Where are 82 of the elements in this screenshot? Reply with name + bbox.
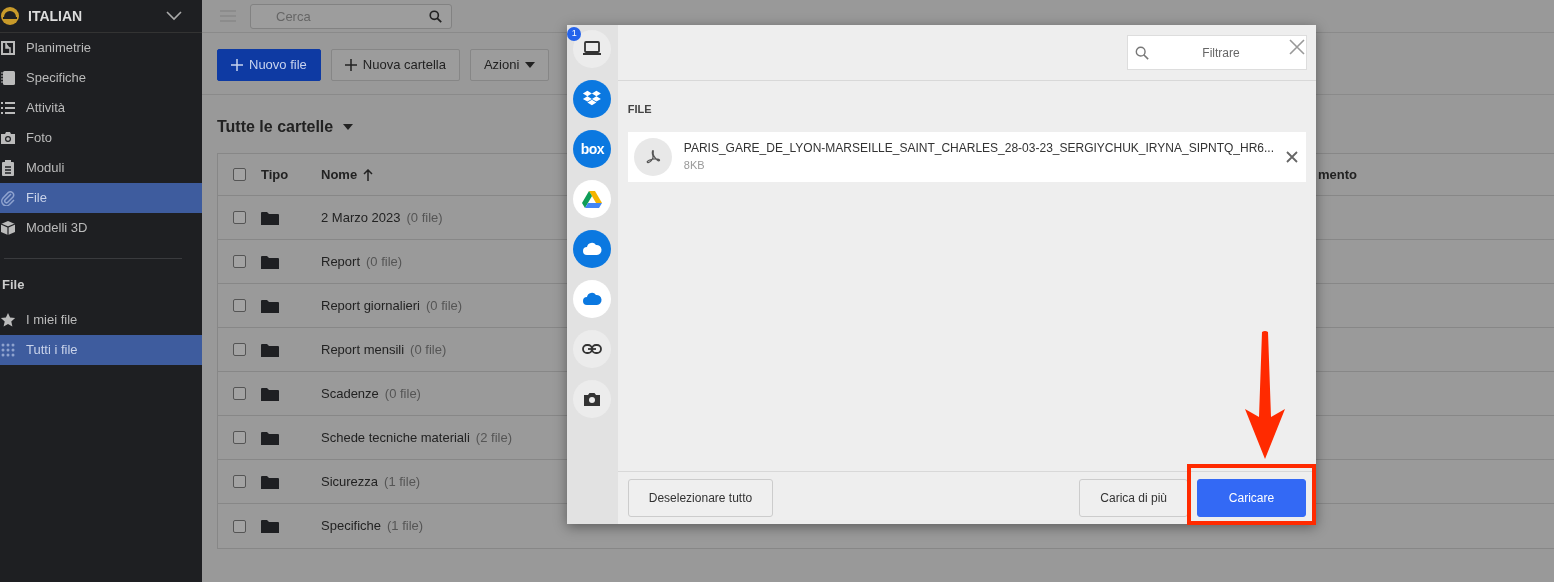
- caret-down-icon: [343, 124, 354, 130]
- folder-name[interactable]: Report giornalieri: [321, 295, 420, 316]
- toolbar-button[interactable]: Nuovo file: [217, 49, 321, 81]
- folder-name[interactable]: Sicurezza: [321, 471, 379, 492]
- grid-icon: [0, 341, 16, 358]
- folder-icon: [261, 430, 279, 446]
- folder-name[interactable]: Report: [321, 251, 361, 272]
- row-checkbox[interactable]: [233, 519, 246, 533]
- sidebar-item[interactable]: Foto: [0, 123, 202, 153]
- file-count: (0 file): [426, 296, 463, 315]
- list-icon: [0, 100, 16, 116]
- chevron-down-icon: [166, 11, 182, 21]
- row-checkbox[interactable]: [233, 211, 246, 224]
- floor-plan-icon: [0, 40, 16, 56]
- row-checkbox[interactable]: [233, 475, 246, 488]
- actions-dropdown[interactable]: Azioni: [469, 49, 550, 81]
- folder-name[interactable]: Report mensili: [321, 339, 405, 360]
- sidebar-item[interactable]: File: [0, 183, 202, 213]
- select-all-checkbox[interactable]: [233, 168, 246, 181]
- sidebar-item[interactable]: Tutti i file: [0, 334, 202, 365]
- file-count: (1 file): [384, 472, 421, 491]
- filter-field[interactable]: Filtrare: [1127, 35, 1307, 70]
- file-count: (0 file): [406, 208, 443, 227]
- file-count: (0 file): [366, 252, 403, 271]
- row-checkbox[interactable]: [233, 255, 246, 268]
- upload-button[interactable]: Caricare: [1197, 479, 1306, 517]
- folder-icon: [261, 342, 279, 358]
- sidebar-item[interactable]: Specifiche: [0, 63, 202, 93]
- sidebar-item[interactable]: Attività: [0, 93, 202, 123]
- folder-icon: [261, 210, 279, 226]
- column-header: Tipo: [261, 165, 290, 184]
- folder-icon: [261, 519, 279, 535]
- toolbar-button[interactable]: Nuova cartella: [330, 49, 460, 81]
- dialog-button[interactable]: Deselezionare tutto: [627, 479, 774, 517]
- notebook-icon: [0, 70, 16, 86]
- star-icon: [0, 311, 16, 328]
- plus-icon: [231, 59, 243, 71]
- source-button[interactable]: [573, 380, 612, 418]
- caret-down-icon: [525, 62, 536, 68]
- triangle-icon: [582, 189, 603, 209]
- sidebar-item[interactable]: Moduli: [0, 153, 202, 183]
- file-count: (2 file): [475, 428, 512, 447]
- folder-icon: [261, 298, 279, 314]
- folder-name[interactable]: 2 Marzo 2023: [321, 207, 401, 228]
- row-checkbox[interactable]: [233, 299, 246, 312]
- row-checkbox[interactable]: [233, 343, 246, 356]
- source-button[interactable]: [573, 330, 612, 368]
- row-checkbox[interactable]: [233, 431, 246, 444]
- sidebar-item[interactable]: Modelli 3D: [0, 213, 202, 243]
- folder-icon: [261, 386, 279, 402]
- plus-icon: [344, 59, 357, 71]
- source-button[interactable]: [573, 30, 612, 68]
- file-count: (0 file): [384, 384, 421, 403]
- file-count: (1 file): [387, 517, 424, 536]
- section-label: FILE: [627, 102, 653, 117]
- column-header: mento: [1318, 165, 1357, 184]
- dialog-button[interactable]: Carica di più: [1079, 479, 1188, 517]
- file-name: PARIS_GARE_DE_LYON-MARSEILLE_SAINT_CHARLES_28-03-23_SERGIYCHUK_IRYNA_SIPNTQ_HR6...: [683, 140, 1274, 158]
- pdf-file-icon: [633, 137, 672, 176]
- folder-view-title: Tutte le cartelle: [217, 117, 334, 137]
- folder-name[interactable]: Scadenze: [321, 383, 379, 404]
- collapse-chevron-button[interactable]: [166, 11, 182, 21]
- section-title: File: [1, 276, 26, 294]
- paperclip-icon: [0, 190, 16, 206]
- folder-icon: [261, 254, 279, 270]
- close-icon: [1286, 151, 1298, 164]
- sidebar-item[interactable]: Planimetrie: [0, 33, 202, 63]
- search-icon: [429, 9, 442, 23]
- file-size: 8KB: [683, 158, 706, 174]
- project-name: ITALIAN: [28, 6, 84, 26]
- file-count: (0 file): [410, 340, 447, 359]
- box-logo-button[interactable]: box: [573, 130, 612, 168]
- folder-name[interactable]: Schede tecniche materiali: [321, 427, 470, 448]
- count-badge: 1: [567, 27, 582, 41]
- sidebar-item[interactable]: I miei file: [0, 304, 202, 335]
- folder-name[interactable]: Specifiche: [321, 516, 381, 536]
- row-checkbox[interactable]: [233, 387, 246, 400]
- column-header[interactable]: Nome: [321, 164, 358, 185]
- folder-view-dropdown[interactable]: [343, 124, 354, 130]
- clear-filter-button[interactable]: [1289, 37, 1305, 55]
- close-icon: [1289, 38, 1305, 55]
- folder-icon: [261, 474, 279, 490]
